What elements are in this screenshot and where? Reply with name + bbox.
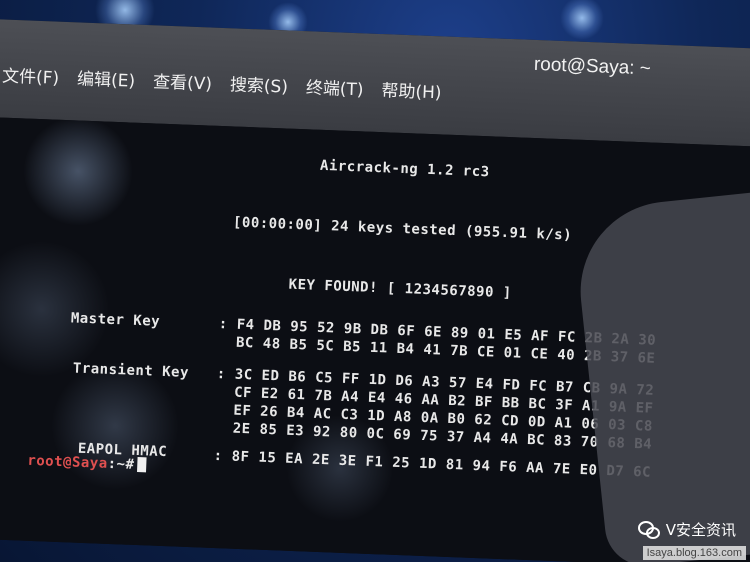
photo-background: root@Saya: ~ 文件(F) 编辑(E) 查看(V) 搜索(S) 终端(… xyxy=(0,0,750,562)
menu-bar: 文件(F) 编辑(E) 查看(V) 搜索(S) 终端(T) 帮助(H) xyxy=(2,62,442,104)
colon-separator: : xyxy=(218,316,228,333)
colon-separator: : xyxy=(213,447,223,465)
transient-key-label: Transient Key xyxy=(72,360,190,381)
text-cursor xyxy=(137,457,147,473)
menu-help[interactable]: 帮助(H) xyxy=(381,76,442,103)
wechat-icon xyxy=(637,520,660,539)
colon-separator: : xyxy=(216,365,227,383)
shell-prompt[interactable]: root@Saya:~# xyxy=(27,453,147,474)
watermark: V安全资讯 xyxy=(637,519,736,540)
prompt-user: root@Saya xyxy=(27,452,108,472)
aircrack-banner: Aircrack-ng 1.2 rc3 xyxy=(319,157,490,181)
menu-search[interactable]: 搜索(S) xyxy=(230,70,289,97)
eapol-hmac-line-1: 8F 15 EA 2E 3E F1 25 1D 81 94 F6 AA 7E E… xyxy=(231,448,652,481)
menu-terminal[interactable]: 终端(T) xyxy=(306,73,365,100)
menu-edit[interactable]: 编辑(E) xyxy=(77,64,136,91)
menu-view[interactable]: 查看(V) xyxy=(153,67,213,94)
window-title: root@Saya: ~ xyxy=(533,53,652,80)
watermark-text: V安全资讯 xyxy=(665,521,736,539)
bokeh-light xyxy=(560,0,604,40)
menu-file[interactable]: 文件(F) xyxy=(2,62,60,89)
prompt-path: :~# xyxy=(107,455,135,473)
source-url: Isaya.blog.163.com xyxy=(642,546,746,560)
master-key-label: Master Key xyxy=(70,310,161,330)
